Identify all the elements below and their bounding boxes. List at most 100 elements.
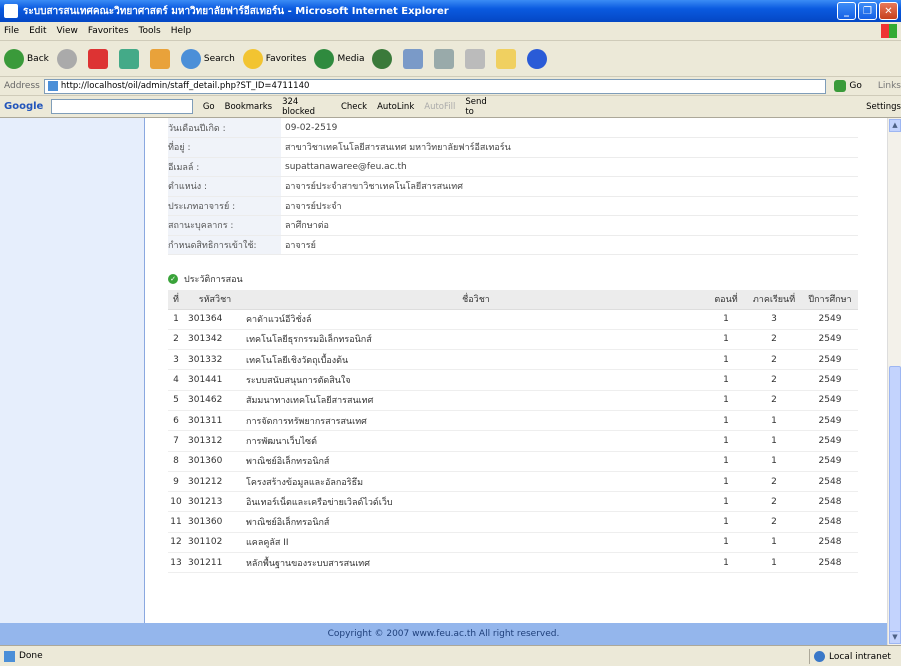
cell-code: 301102 xyxy=(184,532,242,554)
staff-info-table: วันเดือนปีเกิด :09-02-2519 ที่อยู่ : สาขา… xyxy=(168,118,858,255)
bookmarks-button[interactable]: Bookmarks xyxy=(225,102,273,112)
refresh-icon xyxy=(118,48,139,69)
spell-check-button[interactable]: Check xyxy=(341,102,367,112)
cell-name: เทคโนโลยีธุรกรรมอิเล็กทรอนิกส์ xyxy=(242,329,706,351)
back-arrow-icon xyxy=(4,48,24,69)
cell-section: 1 xyxy=(706,309,746,330)
status-bar: Done Local intranet xyxy=(0,645,901,666)
cell-term: 2 xyxy=(746,390,802,411)
history-icon xyxy=(372,48,393,69)
zone-text: Local intranet xyxy=(829,651,891,662)
autofill-button[interactable]: AutoFill xyxy=(424,102,455,112)
table-row: 11 301360 พาณิชย์อิเล็กทรอนิกส์ 1 2 2548 xyxy=(168,511,858,533)
page-done-icon xyxy=(4,650,15,662)
info-row-staff-status: สถานะบุคลากร : ลาศึกษาต่อ xyxy=(168,215,858,236)
table-row: 3 301332 เทคโนโลยีเชิงวัตถุเบื้องต้น 1 2 2549 xyxy=(168,349,858,371)
vertical-scrollbar[interactable]: ▲ ▼ xyxy=(887,118,901,645)
close-button[interactable]: ✕ xyxy=(879,2,898,20)
cell-name: ระบบสนับสนุนการตัดสินใจ xyxy=(242,369,706,391)
menu-help[interactable]: Help xyxy=(171,26,192,36)
cell-section: 1 xyxy=(706,552,746,574)
edit-button[interactable] xyxy=(465,48,488,69)
google-logo: Google xyxy=(4,101,44,112)
search-button[interactable]: Search xyxy=(180,48,235,69)
left-sidebar xyxy=(0,118,145,623)
window-titlebar: ระบบสารสนเทศคณะวิทยาศาสตร์ มหาวิทยาลัยฟา… xyxy=(0,0,901,22)
home-icon xyxy=(149,48,170,69)
minimize-button[interactable]: _ xyxy=(837,2,856,20)
table-row: 10 301213 อินเทอร์เน็ตและเครือข่ายเวิลด์ไว… xyxy=(168,491,858,513)
cell-name: สัมมนาทางเทคโนโลยีสารสนเทศ xyxy=(242,390,706,411)
section-title: ประวัติการสอน xyxy=(184,275,243,285)
cell-code: 301342 xyxy=(184,329,242,351)
info-value: สาขาวิชาเทคโนโลยีสารสนเทศ มหาวิทยาลัยฟาร… xyxy=(281,137,858,158)
table-header-row: ที่ รหัสวิชา ชื่อวิชา ตอนที่ ภาคเรียนที่… xyxy=(168,290,858,310)
cell-no: 5 xyxy=(168,390,184,411)
cell-no: 12 xyxy=(168,532,184,554)
cell-section: 1 xyxy=(706,430,746,452)
cell-term: 2 xyxy=(746,349,802,371)
favorites-button[interactable]: Favorites xyxy=(242,48,306,69)
status-text: Done xyxy=(19,651,43,661)
cell-name: คาดัาแวน์อีวิชั่งล์ xyxy=(242,309,706,330)
menu-edit[interactable]: Edit xyxy=(29,26,46,36)
menu-favorites[interactable]: Favorites xyxy=(88,26,129,36)
menu-tools[interactable]: Tools xyxy=(139,26,161,36)
col-header-section: ตอนที่ xyxy=(706,290,746,310)
windows-logo-icon xyxy=(881,24,897,38)
autolink-button[interactable]: AutoLink xyxy=(377,102,414,112)
cell-no: 6 xyxy=(168,410,184,432)
table-row: 6 301311 การจัดการทรัพยากรสารสนเทศ 1 1 2549 xyxy=(168,410,858,432)
refresh-button[interactable] xyxy=(118,48,142,69)
print-button[interactable] xyxy=(434,48,457,69)
address-input[interactable]: http://localhost/oil/admin/staff_detail.… xyxy=(43,78,827,94)
browser-toolbar: Back Search Favorites Media xyxy=(0,41,901,77)
popup-blocked-button[interactable]: 324 blocked xyxy=(282,97,331,117)
cell-code: 301360 xyxy=(184,511,242,533)
scroll-up-arrow-icon[interactable]: ▲ xyxy=(889,119,901,132)
google-go-button[interactable]: Go xyxy=(203,102,215,112)
messenger-button[interactable] xyxy=(527,48,550,69)
cell-name: การจัดการทรัพยากรสารสนเทศ xyxy=(242,410,706,432)
links-label[interactable]: Links xyxy=(878,81,901,91)
go-arrow-icon xyxy=(834,80,847,92)
send-to-button[interactable]: Send to xyxy=(465,97,496,117)
table-row: 1 301364 คาดัาแวน์อีวิชั่งล์ 1 3 2549 xyxy=(168,309,858,330)
cell-code: 301462 xyxy=(184,390,242,411)
settings-button[interactable]: Settings xyxy=(866,102,901,112)
cell-code: 301212 xyxy=(184,471,242,493)
folder-button[interactable] xyxy=(496,48,519,69)
cell-no: 10 xyxy=(168,491,184,513)
cell-year: 2548 xyxy=(802,471,858,493)
info-value: ลาศึกษาต่อ xyxy=(281,215,858,236)
media-button[interactable]: Media xyxy=(314,48,364,69)
forward-button[interactable] xyxy=(56,48,80,69)
security-zone: Local intranet xyxy=(809,649,897,664)
print-icon xyxy=(434,48,455,69)
cell-term: 1 xyxy=(746,552,802,574)
forward-arrow-icon xyxy=(56,48,77,69)
cell-section: 1 xyxy=(706,451,746,472)
home-button[interactable] xyxy=(149,48,173,69)
maximize-button[interactable]: ❐ xyxy=(858,2,877,20)
menu-view[interactable]: View xyxy=(57,26,78,36)
cell-no: 8 xyxy=(168,451,184,472)
col-header-code: รหัสวิชา xyxy=(184,290,242,310)
scroll-thumb[interactable] xyxy=(889,366,901,634)
cell-no: 3 xyxy=(168,349,184,371)
page-footer: Copyright © 2007 www.feu.ac.th All right… xyxy=(0,623,887,645)
cell-year: 2548 xyxy=(802,511,858,533)
stop-button[interactable] xyxy=(87,48,111,69)
back-button[interactable]: Back xyxy=(4,48,49,69)
col-header-no: ที่ xyxy=(168,290,184,310)
menu-file[interactable]: File xyxy=(4,26,19,36)
cell-code: 301213 xyxy=(184,491,242,513)
cell-name: แคลคูลัส II xyxy=(242,532,706,554)
star-icon xyxy=(242,48,263,69)
google-search-input[interactable] xyxy=(51,99,193,114)
info-row-position: ตำแหน่ง : อาจารย์ประจำสาขาวิชาเทคโนโลยีสา… xyxy=(168,176,858,197)
mail-button[interactable] xyxy=(403,48,426,69)
go-button[interactable]: Go xyxy=(834,80,862,92)
scroll-down-arrow-icon[interactable]: ▼ xyxy=(889,631,901,644)
history-button[interactable] xyxy=(372,48,395,69)
